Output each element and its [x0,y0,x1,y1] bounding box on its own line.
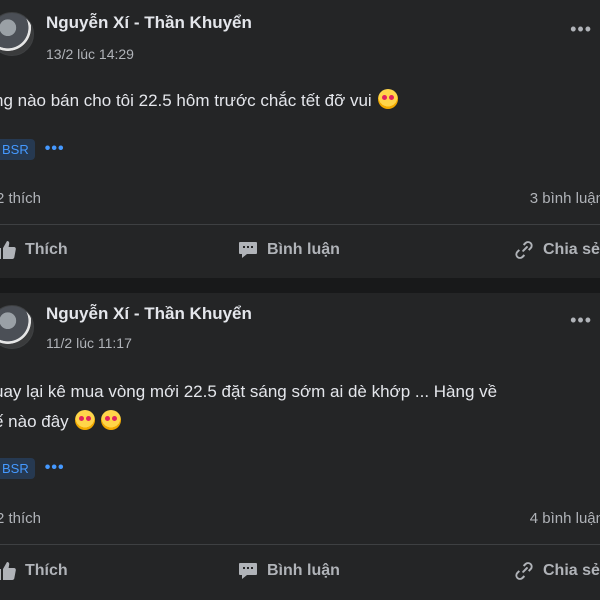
post-card: Nguyễn Xí - Thần Khuyển 11/2 lúc 11:17 •… [0,293,600,600]
author-name[interactable]: Nguyễn Xí - Thần Khuyển [46,304,252,324]
more-tags-icon[interactable]: ••• [45,141,65,157]
post-text-line: ng nào bán cho tôi 22.5 hôm trước chắc t… [0,91,372,110]
post-text-line-2: ế nào đây [0,407,600,437]
like-button-label: Thích [25,241,68,258]
like-count[interactable]: 2 thích [0,190,41,207]
post-menu-icon[interactable]: ••• [570,20,592,38]
author-avatar[interactable] [0,305,34,349]
divider [0,544,600,545]
comment-count[interactable]: 4 bình luận [530,510,600,527]
divider [0,224,600,225]
post-timestamp[interactable]: 11/2 lúc 11:17 [46,335,132,351]
like-button[interactable]: Thích [0,551,68,591]
author-avatar[interactable] [0,12,34,56]
author-name[interactable]: Nguyễn Xí - Thần Khuyển [46,13,252,33]
grinning-heart-eyes-emoji [377,89,398,109]
post-text: uay lại kê mua vòng mới 22.5 đặt sáng sớ… [0,377,600,437]
share-button[interactable]: Chia sẻ [514,551,600,591]
thumbs-up-icon [0,562,16,580]
thumbs-up-icon [0,241,16,259]
comment-button-label: Bình luận [267,562,340,579]
comment-button[interactable]: Bình luận [238,551,340,591]
comment-button[interactable]: Bình luận [238,230,340,270]
like-button-label: Thích [25,562,68,579]
comment-button-label: Bình luận [267,241,340,258]
post-timestamp[interactable]: 13/2 lúc 14:29 [46,46,134,62]
post-card: Nguyễn Xí - Thần Khuyển 13/2 lúc 14:29 •… [0,0,600,278]
stock-tag[interactable]: BSR [0,138,35,160]
share-button[interactable]: Chia sẻ [514,230,600,270]
more-tags-icon[interactable]: ••• [45,460,65,476]
post-text-line-2-text: ế nào đây [0,412,69,431]
share-button-label: Chia sẻ [543,562,600,579]
post-menu-icon[interactable]: ••• [570,311,592,329]
like-count[interactable]: 2 thích [0,510,41,527]
comment-count[interactable]: 3 bình luận [530,190,600,207]
tag-row: BSR ••• [0,137,65,161]
reaction-counts: 2 thích 4 bình luận [0,510,600,530]
comment-icon [239,563,257,579]
grinning-heart-eyes-emoji [74,410,95,430]
post-text: ng nào bán cho tôi 22.5 hôm trước chắc t… [0,86,600,116]
share-button-label: Chia sẻ [543,241,600,258]
action-bar: Thích Bình luận Chia sẻ [0,230,600,270]
link-icon [515,241,533,259]
reaction-counts: 2 thích 3 bình luận [0,190,600,210]
comment-icon [239,242,257,258]
stock-tag[interactable]: BSR [0,457,35,479]
like-button[interactable]: Thích [0,230,68,270]
link-icon [515,562,533,580]
action-bar: Thích Bình luận Chia sẻ [0,551,600,591]
tag-row: BSR ••• [0,456,65,480]
grinning-heart-eyes-emoji [100,410,121,430]
post-text-line: uay lại kê mua vòng mới 22.5 đặt sáng sớ… [0,382,498,401]
